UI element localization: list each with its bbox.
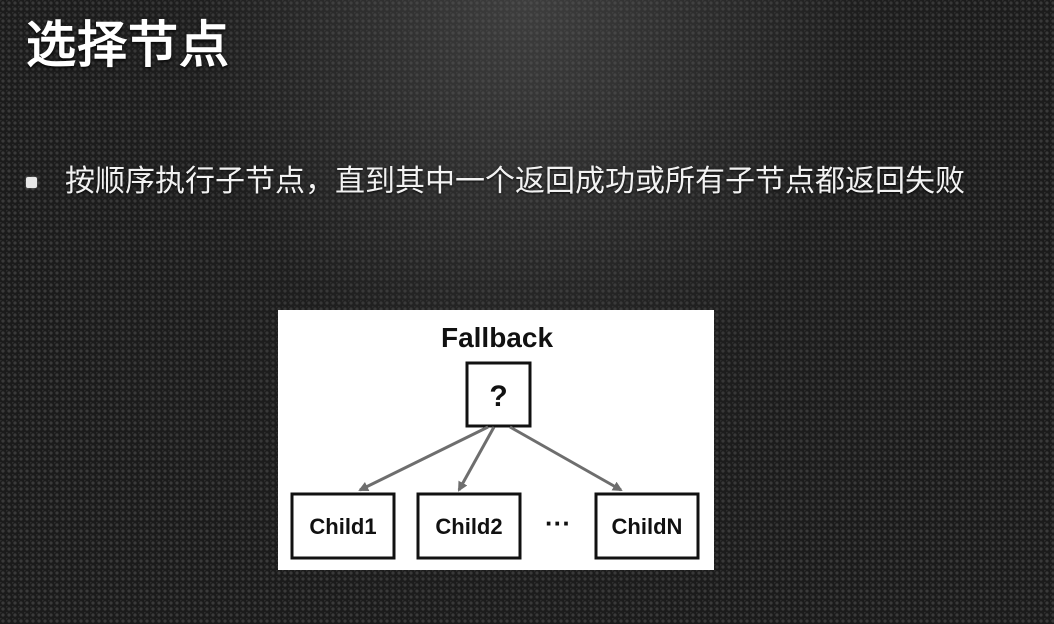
edge-to-child1 — [358, 425, 489, 492]
slide-title: 选择节点 — [26, 16, 230, 74]
bullet-marker-icon — [26, 176, 37, 188]
diagram-title: Fallback — [441, 322, 553, 353]
child-label-1: Child1 — [309, 514, 376, 539]
bullet-text: 按顺序执行子节点，直到其中一个返回成功或所有子节点都返回失败 — [65, 164, 965, 199]
child-ellipsis: ··· — [545, 508, 571, 538]
fallback-diagram: Fallback ? Child1 Child2 ··· ChildN — [278, 310, 714, 570]
edge-to-child2 — [457, 426, 496, 492]
bullet-item: 按顺序执行子节点，直到其中一个返回成功或所有子节点都返回失败 — [26, 160, 965, 204]
diagram-canvas: Fallback ? Child1 Child2 ··· ChildN — [290, 322, 700, 560]
child-label-2: Child2 — [435, 514, 502, 539]
edge-to-childn — [509, 425, 623, 492]
child-label-n: ChildN — [612, 514, 683, 539]
root-symbol: ? — [489, 380, 507, 413]
